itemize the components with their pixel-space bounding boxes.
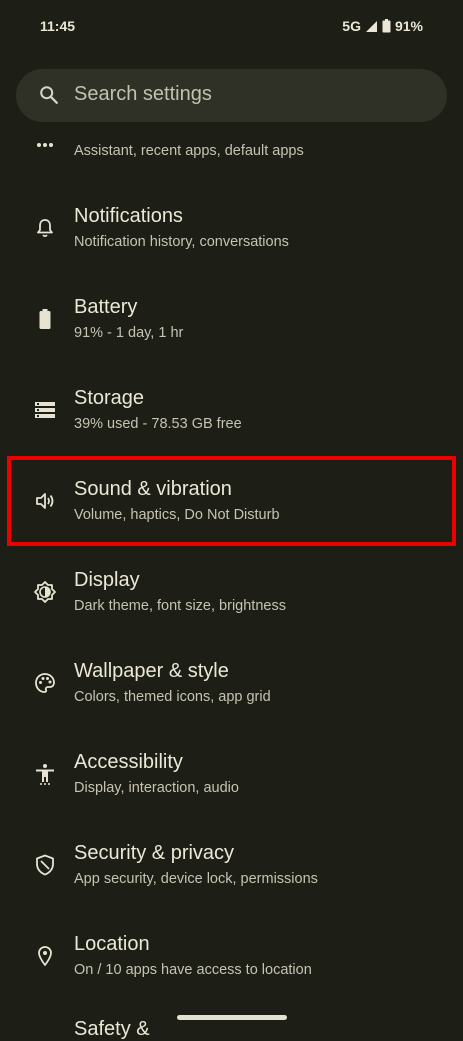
palette-icon xyxy=(35,673,55,693)
settings-item-subtitle: 39% used - 78.53 GB free xyxy=(74,416,242,432)
highlight-box xyxy=(7,456,456,546)
settings-item-notifications[interactable]: Notifications Notification history, conv… xyxy=(0,183,463,274)
settings-item-location[interactable]: Location On / 10 apps have access to loc… xyxy=(0,911,463,1002)
settings-item-subtitle: Display, interaction, audio xyxy=(74,780,239,796)
settings-item-title: Security & privacy xyxy=(74,842,235,864)
accessibility-icon xyxy=(36,764,54,785)
settings-item-title: Storage xyxy=(74,387,145,409)
battery-icon xyxy=(39,309,51,329)
settings-item-subtitle: Colors, themed icons, app grid xyxy=(74,689,271,705)
settings-item-subtitle: Notification history, conversations xyxy=(74,234,289,250)
brightness-icon xyxy=(34,581,56,603)
shield-icon xyxy=(36,854,54,876)
settings-item-subtitle: On / 10 apps have access to location xyxy=(74,962,312,978)
settings-item-title: Location xyxy=(74,933,150,955)
settings-item-title: Accessibility xyxy=(74,751,183,773)
settings-item-title: Battery xyxy=(74,296,138,318)
settings-item-security[interactable]: Security & privacy App security, device … xyxy=(0,820,463,911)
settings-item-storage[interactable]: Storage 39% used - 78.53 GB free xyxy=(0,365,463,456)
storage-icon xyxy=(35,402,55,418)
more-horiz-icon xyxy=(37,143,53,147)
settings-item-title: Display xyxy=(74,569,140,591)
navigation-handle[interactable] xyxy=(177,1015,287,1020)
settings-item-subtitle: App security, device lock, permissions xyxy=(74,871,318,887)
settings-item-title: Wallpaper & style xyxy=(74,660,229,682)
settings-item-wallpaper[interactable]: Wallpaper & style Colors, themed icons, … xyxy=(0,638,463,729)
settings-item-battery[interactable]: Battery 91% - 1 day, 1 hr xyxy=(0,274,463,365)
settings-item-subtitle: Assistant, recent apps, default apps xyxy=(74,143,304,159)
settings-item-apps[interactable]: Assistant, recent apps, default apps xyxy=(0,132,463,174)
settings-item-display[interactable]: Display Dark theme, font size, brightnes… xyxy=(0,547,463,638)
bell-icon xyxy=(37,219,53,238)
settings-item-accessibility[interactable]: Accessibility Display, interaction, audi… xyxy=(0,729,463,820)
settings-item-subtitle: 91% - 1 day, 1 hr xyxy=(74,325,184,341)
location-pin-icon xyxy=(38,946,52,966)
settings-item-title: Notifications xyxy=(74,205,183,227)
settings-item-subtitle: Dark theme, font size, brightness xyxy=(74,598,286,614)
